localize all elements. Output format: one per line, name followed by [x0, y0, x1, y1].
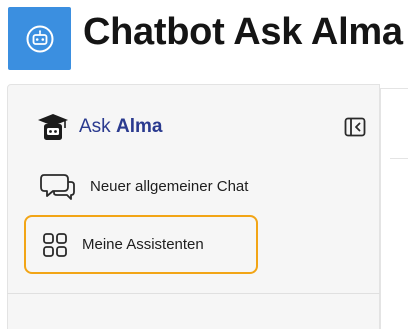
page-title: Chatbot Ask Alma	[83, 11, 403, 53]
sidebar-brand[interactable]: Ask Alma	[37, 112, 162, 142]
brand-name: Ask Alma	[79, 116, 162, 138]
main-pane	[380, 88, 408, 329]
brand-alma: Alma	[115, 116, 163, 137]
sidebar-collapse-icon	[344, 117, 366, 137]
robot-icon	[26, 25, 53, 52]
sidebar-item-my-assistants[interactable]: Meine Assistenten	[24, 215, 258, 274]
graduation-cap-robot-icon	[38, 114, 68, 140]
main-divider	[390, 158, 408, 159]
sidebar-item-new-chat[interactable]: Neuer allgemeiner Chat	[40, 171, 248, 201]
sidebar-collapse-button[interactable]	[343, 116, 367, 138]
brand-ask: Ask	[79, 116, 111, 137]
sidebar-item-label: Neuer allgemeiner Chat	[90, 177, 249, 195]
app-icon	[8, 7, 71, 70]
grid-icon	[43, 232, 67, 257]
chat-bubbles-icon	[40, 174, 75, 200]
sidebar-divider	[7, 293, 380, 294]
sidebar-item-label: Meine Assistenten	[82, 236, 204, 253]
